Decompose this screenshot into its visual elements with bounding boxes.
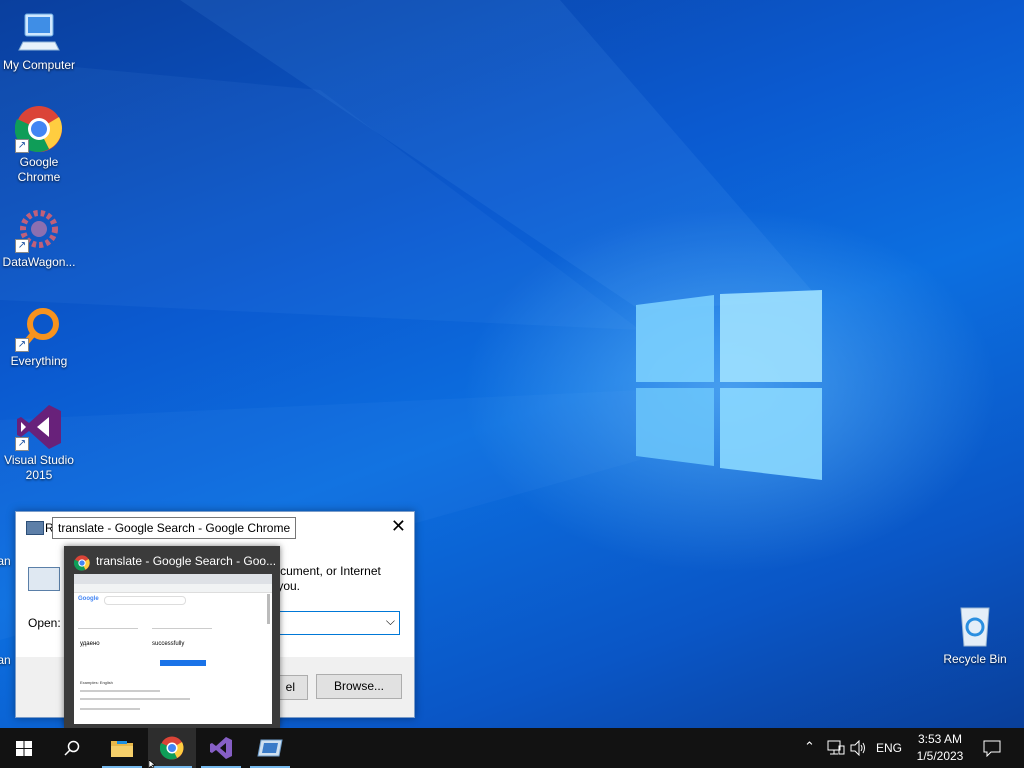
clock-date: 1/5/2023 [916, 749, 964, 763]
taskbar-file-explorer[interactable] [98, 728, 146, 768]
desktop-icon-label: Recycle Bin [943, 652, 1007, 666]
desktop-icon-label: Everything [10, 354, 68, 368]
thumbnail-title: translate - Google Search - Goo... [96, 554, 277, 568]
notification-icon [983, 740, 1001, 757]
input-language-button[interactable]: ENG [872, 728, 904, 768]
shortcut-arrow-icon: ↗ [15, 437, 29, 451]
chrome-icon [160, 736, 184, 760]
desktop-icon-label: Visual Studio 2015 [4, 453, 74, 482]
desktop-icon-everything[interactable]: ↗ Everything [1, 304, 77, 369]
clock[interactable]: 3:53 AM 1/5/2023 [908, 728, 972, 768]
network-button[interactable] [824, 728, 848, 768]
desktop-icon-label: DataWagon... [2, 255, 76, 269]
visual-studio-icon [210, 737, 232, 759]
shortcut-arrow-icon: ↗ [15, 239, 29, 253]
show-hidden-icons-button[interactable]: ⌃ [800, 728, 820, 768]
taskbar-tooltip: translate - Google Search - Google Chrom… [52, 517, 297, 539]
preview-target-text: successfully [152, 641, 185, 647]
clock-time: 3:53 AM [917, 732, 963, 746]
preview-section-label: Examples: English [80, 680, 113, 685]
run-icon [257, 739, 283, 757]
start-button[interactable] [0, 728, 48, 768]
desktop-icon-label: My Computer [2, 58, 76, 72]
desktop-icon-visual-studio[interactable]: ↗ Visual Studio 2015 [1, 403, 77, 483]
desktop-icon-label: Google Chrome [17, 155, 61, 184]
everything-search-icon: ↗ [15, 304, 63, 352]
chrome-icon [74, 555, 90, 571]
datawagon-icon: ↗ [15, 205, 63, 253]
browse-button[interactable]: Browse... [316, 674, 402, 699]
taskbar-visual-studio[interactable] [197, 728, 245, 768]
recycle-bin-icon [951, 602, 999, 650]
computer-icon [15, 8, 63, 56]
desktop-icon-recycle-bin[interactable]: Recycle Bin [937, 602, 1013, 667]
open-label: Open: [28, 616, 61, 630]
desktop-icon-datawagon[interactable]: ↗ DataWagon... [1, 205, 77, 270]
action-center-button[interactable] [976, 728, 1016, 768]
desktop-icon-google-chrome[interactable]: ↗ Google Chrome [1, 105, 77, 185]
run-app-icon [26, 521, 44, 535]
chrome-window-thumbnail[interactable]: translate - Google Search - Goo... Googl… [64, 546, 280, 728]
taskbar-run[interactable] [246, 728, 294, 768]
chevron-down-icon[interactable]: ⌵ [386, 614, 395, 629]
search-button[interactable] [48, 728, 96, 768]
windows-logo-wallpaper [636, 290, 822, 480]
speaker-icon [850, 740, 865, 756]
shortcut-arrow-icon: ↗ [15, 338, 29, 352]
shortcut-arrow-icon: ↗ [15, 139, 29, 153]
folder-icon [111, 741, 133, 757]
chevron-up-icon: ⌃ [804, 739, 815, 754]
volume-button[interactable] [848, 728, 870, 768]
windows-start-icon [16, 741, 32, 756]
chrome-icon: ↗ [14, 105, 63, 153]
close-icon[interactable]: ✕ [391, 516, 406, 537]
thumbnail-preview: Google удаено successfully Examples: Eng… [74, 574, 272, 724]
preview-source-text: удаено [80, 641, 100, 647]
visual-studio-icon: ↗ [15, 403, 63, 451]
mouse-cursor-icon [149, 760, 156, 768]
desktop-icon-my-computer[interactable]: My Computer [1, 8, 77, 73]
run-program-icon [28, 567, 60, 591]
network-icon [827, 740, 845, 755]
search-icon [64, 740, 80, 756]
